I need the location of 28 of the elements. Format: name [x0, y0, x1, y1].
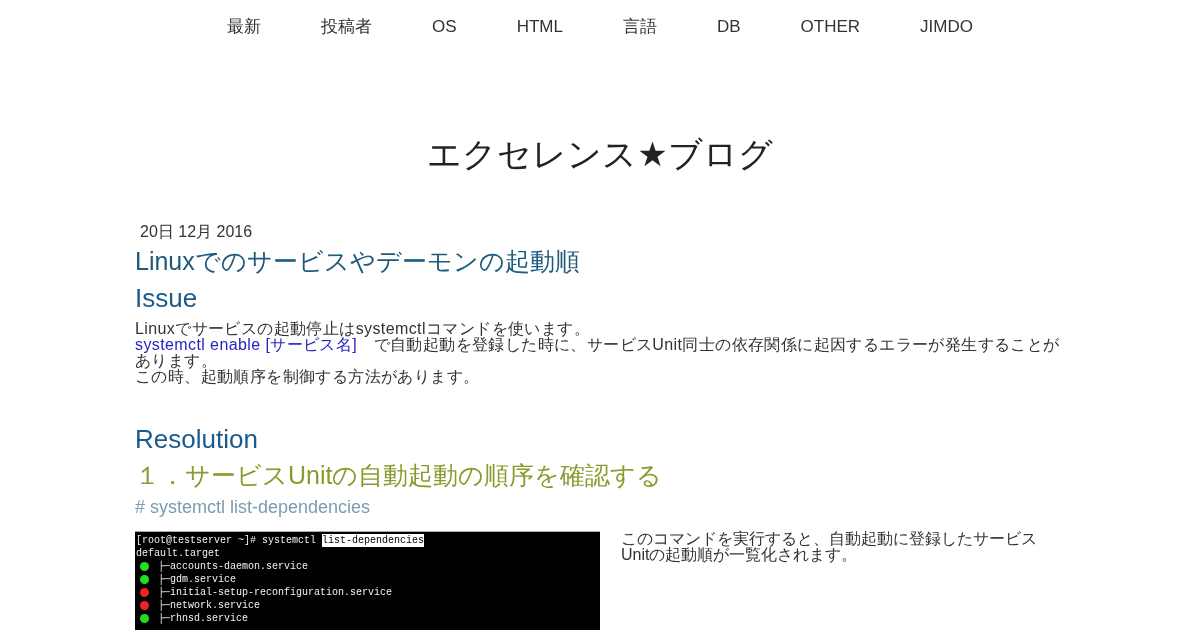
paragraph: Linuxでサービスの起動停止はsystemctlコマンドを使います。 — [135, 321, 590, 337]
selected-text: list-dependencies — [322, 534, 425, 547]
description-text: このコマンドを実行すると、自動起動に登録したサービスUnitの起動順が一覧化されます。 — [621, 531, 1038, 563]
nav-link[interactable]: 言語 — [622, 16, 657, 38]
nav-link[interactable]: HTML — [516, 16, 563, 38]
terminal-line: ├─gdm.service — [158, 573, 236, 586]
terminal-line: ├─rhnsd.service — [158, 612, 248, 625]
post-date: 20日 12月 2016 — [139, 222, 253, 242]
nav-link[interactable]: OTHER — [800, 16, 861, 38]
section-heading: Issue — [135, 282, 198, 314]
nav-link[interactable]: DB — [716, 16, 741, 38]
command-text: # systemctl list-dependencies — [135, 496, 371, 518]
terminal-prompt: [root@testserver ~]# systemctl — [136, 534, 317, 547]
paragraph: systemctl enable [サービス名] で自動起動を登録した時に、サービスUnit同士の依存関係に起因するエラーが発生することがあります。 — [135, 337, 1061, 369]
nav-link[interactable]: 投稿者 — [321, 16, 373, 38]
terminal-line: ├─accounts-daemon.service — [158, 560, 309, 573]
section-heading: Resolution — [135, 423, 258, 455]
nav-link[interactable]: OS — [432, 16, 457, 38]
paragraph: この時、起動順序を制御する方法があります。 — [135, 369, 480, 385]
blog-title: エクセレンス★ブログ — [427, 134, 773, 174]
nav-link[interactable]: 最新 — [227, 16, 262, 38]
terminal-line: ├─initial-setup-reconfiguration.service — [158, 586, 393, 599]
post-title: Linuxでのサービスやデーモンの起動順 — [135, 246, 580, 276]
step-heading: １．サービスUnitの自動起動の順序を確認する — [135, 460, 663, 491]
nav-link[interactable]: JIMDO — [920, 16, 973, 38]
terminal-line: ├─network.service — [158, 599, 261, 612]
link[interactable]: systemctl enable [サービス名] — [135, 336, 358, 353]
terminal-line: default.target — [136, 547, 220, 560]
